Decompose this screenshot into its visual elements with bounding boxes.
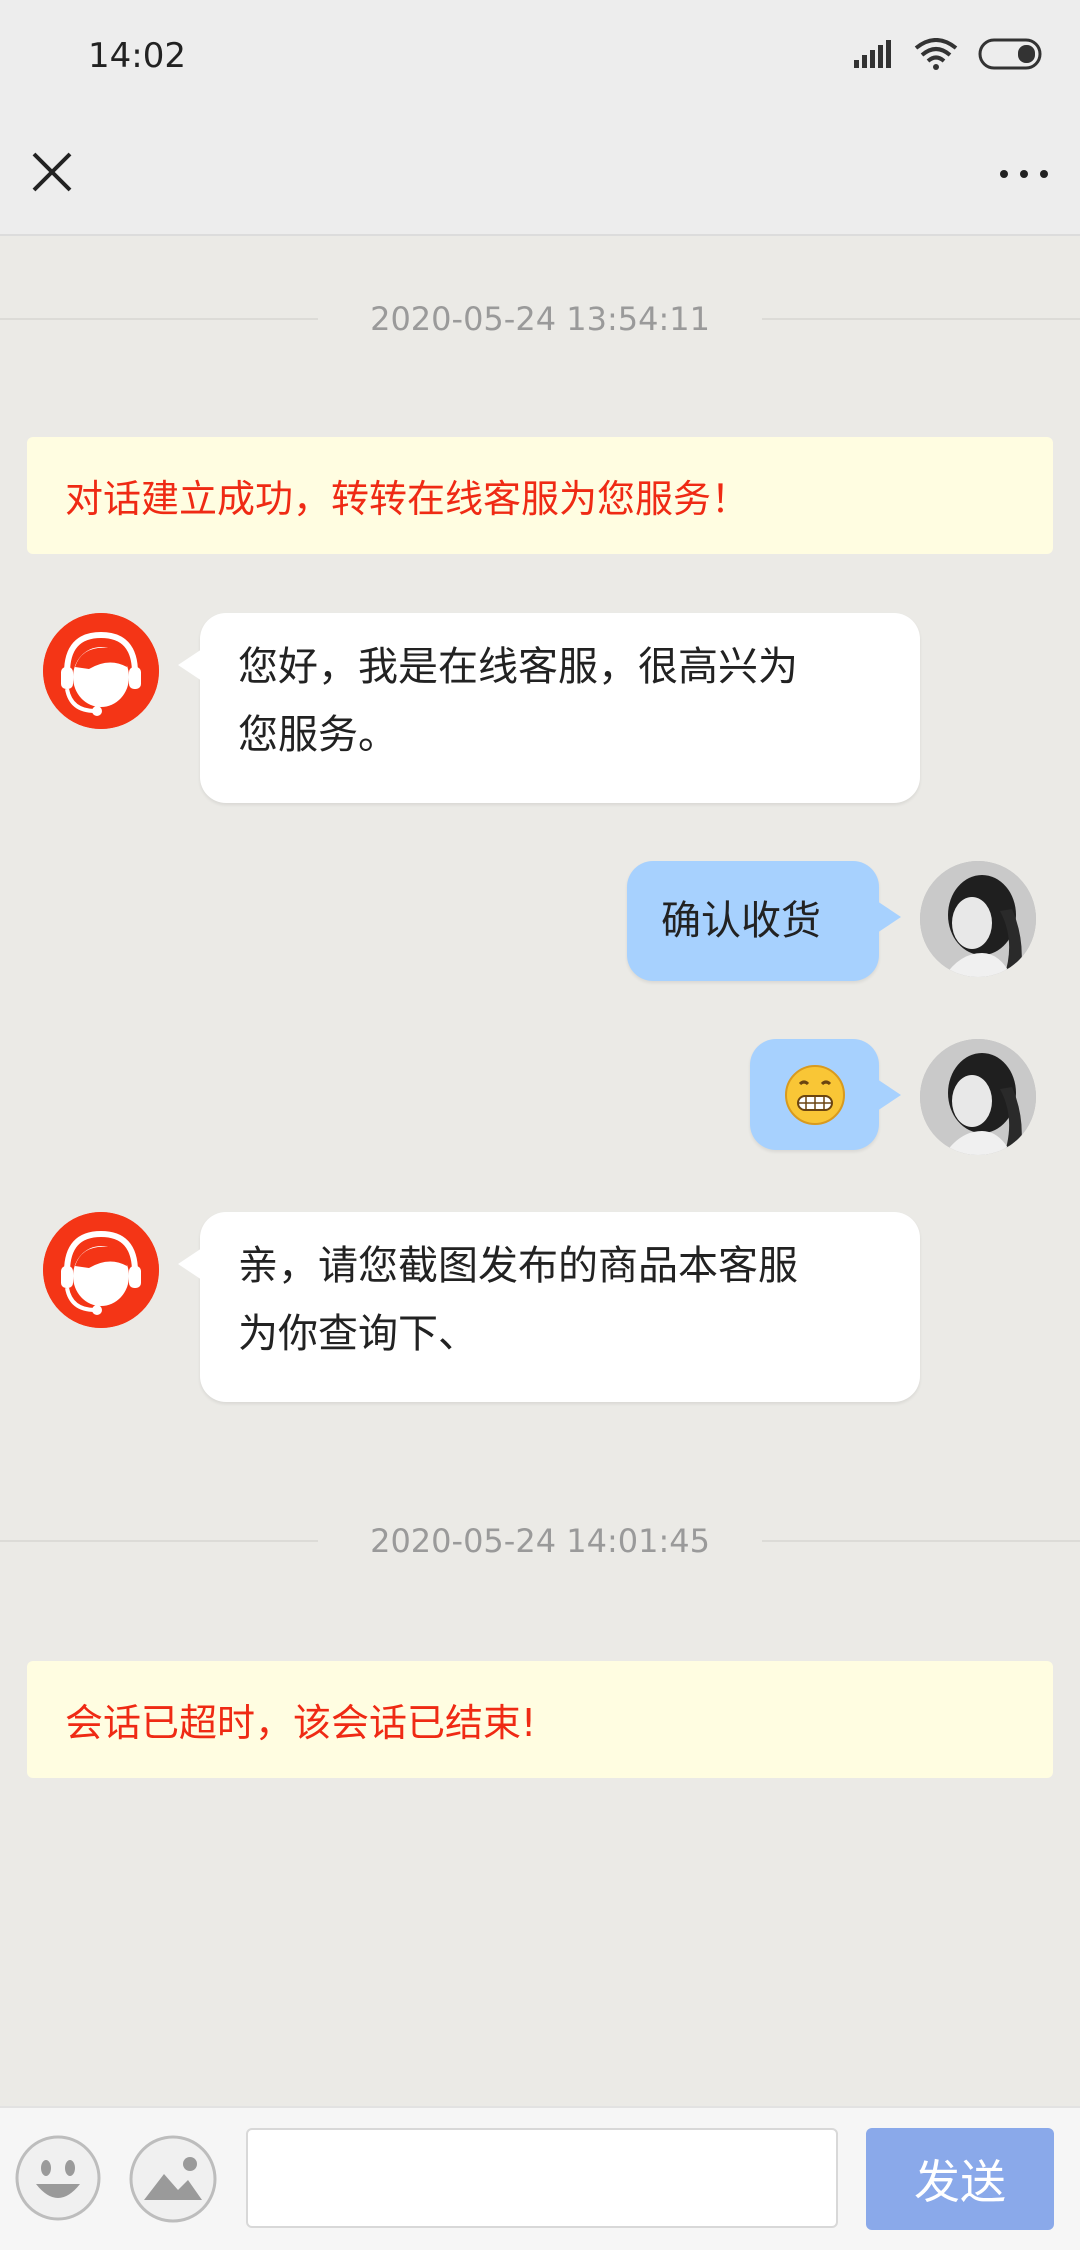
status-time: 14:02 (88, 36, 186, 76)
send-button[interactable]: 发送 (866, 2128, 1054, 2230)
timestamp-text: 2020-05-24 13:54:11 (370, 300, 710, 338)
user-message-bubble[interactable]: 确认收货 (627, 861, 901, 981)
more-dots-icon[interactable] (994, 154, 1054, 194)
message-text: 确认收货 (661, 898, 821, 944)
user-message-bubble[interactable] (750, 1039, 901, 1150)
grinning-face-emoji (784, 1064, 845, 1125)
close-icon[interactable] (28, 148, 76, 196)
message-line: 为你查询下、 (238, 1311, 478, 1357)
agent-avatar[interactable] (43, 1212, 159, 1328)
message-input[interactable] (246, 2128, 838, 2228)
timestamp: 2020-05-24 13:54:11 (0, 294, 1080, 344)
signal-icon (854, 40, 891, 68)
timestamp: 2020-05-24 14:01:45 (0, 1516, 1080, 1566)
divider (761, 1540, 1080, 1542)
divider (761, 318, 1080, 320)
message-line: 您好，我是在线客服，很高兴为 (238, 644, 798, 690)
system-notice: 对话建立成功，转转在线客服为您服务！ (27, 437, 1053, 554)
image-icon[interactable] (128, 2134, 218, 2224)
user-avatar[interactable] (920, 1039, 1036, 1155)
timestamp-text: 2020-05-24 14:01:45 (370, 1522, 710, 1560)
user-photo-icon (920, 1039, 1036, 1155)
agent-avatar[interactable] (43, 613, 159, 729)
nav-bar (0, 118, 1080, 236)
notice-text: 会话已超时，该会话已结束! (65, 1701, 537, 1745)
user-photo-icon (920, 861, 1036, 977)
emoji-icon[interactable] (14, 2134, 102, 2222)
input-bar: 发送 (0, 2106, 1080, 2250)
user-avatar[interactable] (920, 861, 1036, 977)
status-icons (854, 38, 1044, 70)
agent-message-bubble[interactable]: 您好，我是在线客服，很高兴为 您服务。 (178, 613, 920, 803)
headset-agent-icon (43, 613, 159, 729)
headset-agent-icon (43, 1212, 159, 1328)
notice-text: 对话建立成功，转转在线客服为您服务！ (65, 477, 750, 521)
battery-icon (978, 38, 1042, 70)
wifi-icon (914, 38, 958, 70)
agent-message-bubble[interactable]: 亲，请您截图发布的商品本客服 为你查询下、 (178, 1212, 920, 1402)
status-bar: 14:02 (0, 0, 1080, 118)
divider (0, 318, 319, 320)
message-line: 您服务。 (238, 712, 398, 758)
message-line: 亲，请您截图发布的商品本客服 (238, 1243, 798, 1289)
divider (0, 1540, 319, 1542)
system-notice: 会话已超时，该会话已结束! (27, 1661, 1053, 1778)
